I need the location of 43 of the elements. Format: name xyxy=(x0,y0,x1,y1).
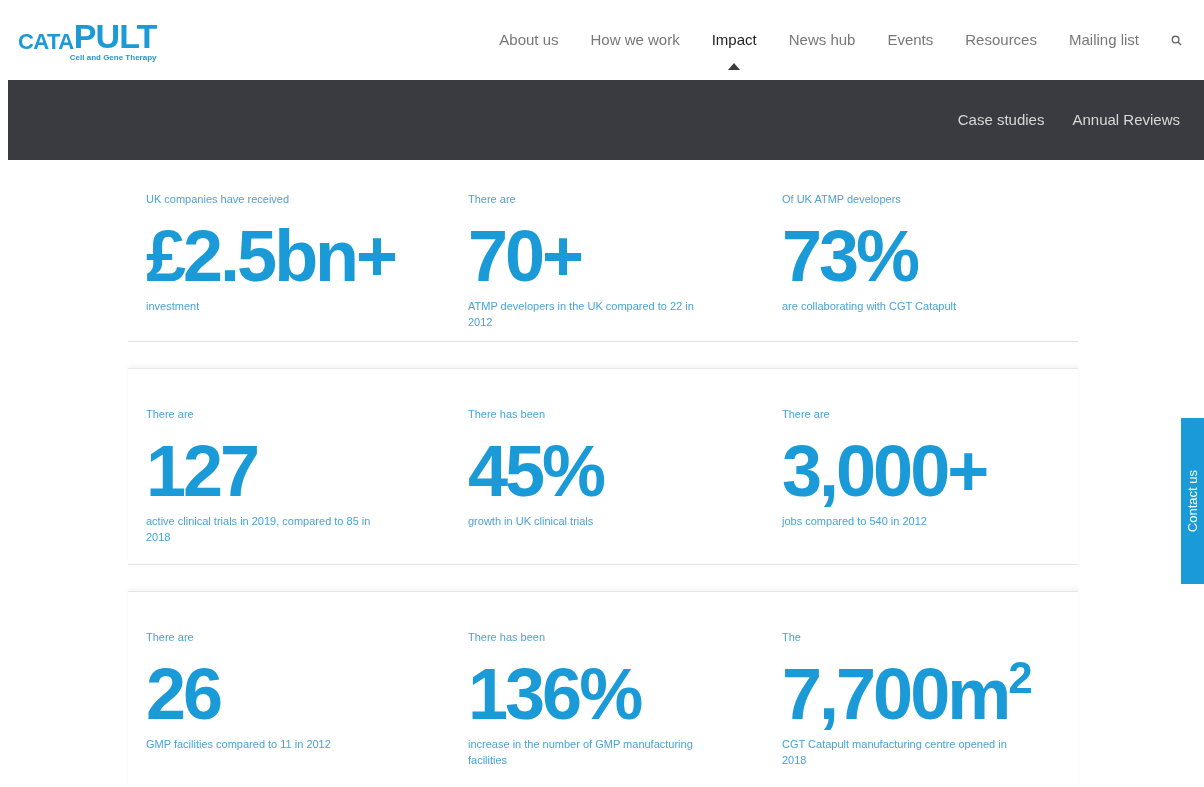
stat-intro: The xyxy=(782,630,802,644)
stat-intro: UK companies have received xyxy=(146,192,291,206)
stat-intro: There has been xyxy=(468,630,547,644)
stat-description: GMP facilities compared to 11 in 2012 xyxy=(146,737,332,752)
stat-description: jobs compared to 540 in 2012 xyxy=(782,514,928,529)
stat-description: investment xyxy=(146,299,201,314)
stat-intro: Of UK ATMP developers xyxy=(782,192,902,206)
stat-description: ATMP developers in the UK compared to 22 in 2012 xyxy=(468,299,695,330)
stat-figure: 26 xyxy=(146,658,222,730)
stat-figure: 127 xyxy=(146,435,259,507)
stat-description: increase in the number of GMP manufacturing facilities xyxy=(468,737,694,768)
active-indicator xyxy=(728,62,741,70)
stat-description: growth in UK clinical trials xyxy=(468,514,595,529)
logo-tagline: Cell and Gene Therapy xyxy=(69,53,157,62)
nav-link[interactable]: Events xyxy=(887,28,934,52)
stat-description: are collaborating with CGT Catapult xyxy=(782,299,958,314)
stat-description: CGT Catapult manufacturing centre opened in 2018 xyxy=(782,737,1008,768)
subnav-link[interactable]: Case studies xyxy=(957,108,1045,132)
nav-link[interactable]: News hub xyxy=(788,28,856,52)
subnav-link[interactable]: Annual Reviews xyxy=(1072,108,1180,132)
stat-figure: 73% xyxy=(782,220,919,292)
stat-intro: There has been xyxy=(468,407,547,421)
stat-figure: 136% xyxy=(468,658,642,730)
stat-figure: £2.5bn+ xyxy=(146,220,397,292)
stat-figure: 3,000+ xyxy=(782,435,988,507)
nav-link[interactable]: Mailing list xyxy=(1068,28,1139,52)
nav-link[interactable]: About us xyxy=(499,28,559,52)
stat-figure: 7,700m$^{2}$ xyxy=(782,658,1034,730)
nav-link[interactable]: How we work xyxy=(590,28,680,52)
logo-wordmark: CATA xyxy=(18,30,74,53)
logo[interactable]: CATAPULT Cell and Gene Therapy xyxy=(18,18,157,62)
stat-intro: There are xyxy=(782,407,831,421)
nav-link[interactable]: Impact xyxy=(711,28,757,52)
stat-figure: 45% xyxy=(468,435,605,507)
stat-description: active clinical trials in 2019, compared to 85 in 2018 xyxy=(146,514,372,545)
stat-intro: There are xyxy=(468,192,517,206)
contact-tab[interactable]: Contact us xyxy=(1181,418,1204,584)
stat-figure: 70+ xyxy=(468,220,583,292)
stat-intro: There are xyxy=(146,407,195,421)
logo-wordmark: PULT xyxy=(73,18,157,53)
search-icon[interactable] xyxy=(1171,34,1182,46)
nav-link[interactable]: Resources xyxy=(965,28,1037,52)
stat-intro: There are xyxy=(146,630,195,644)
